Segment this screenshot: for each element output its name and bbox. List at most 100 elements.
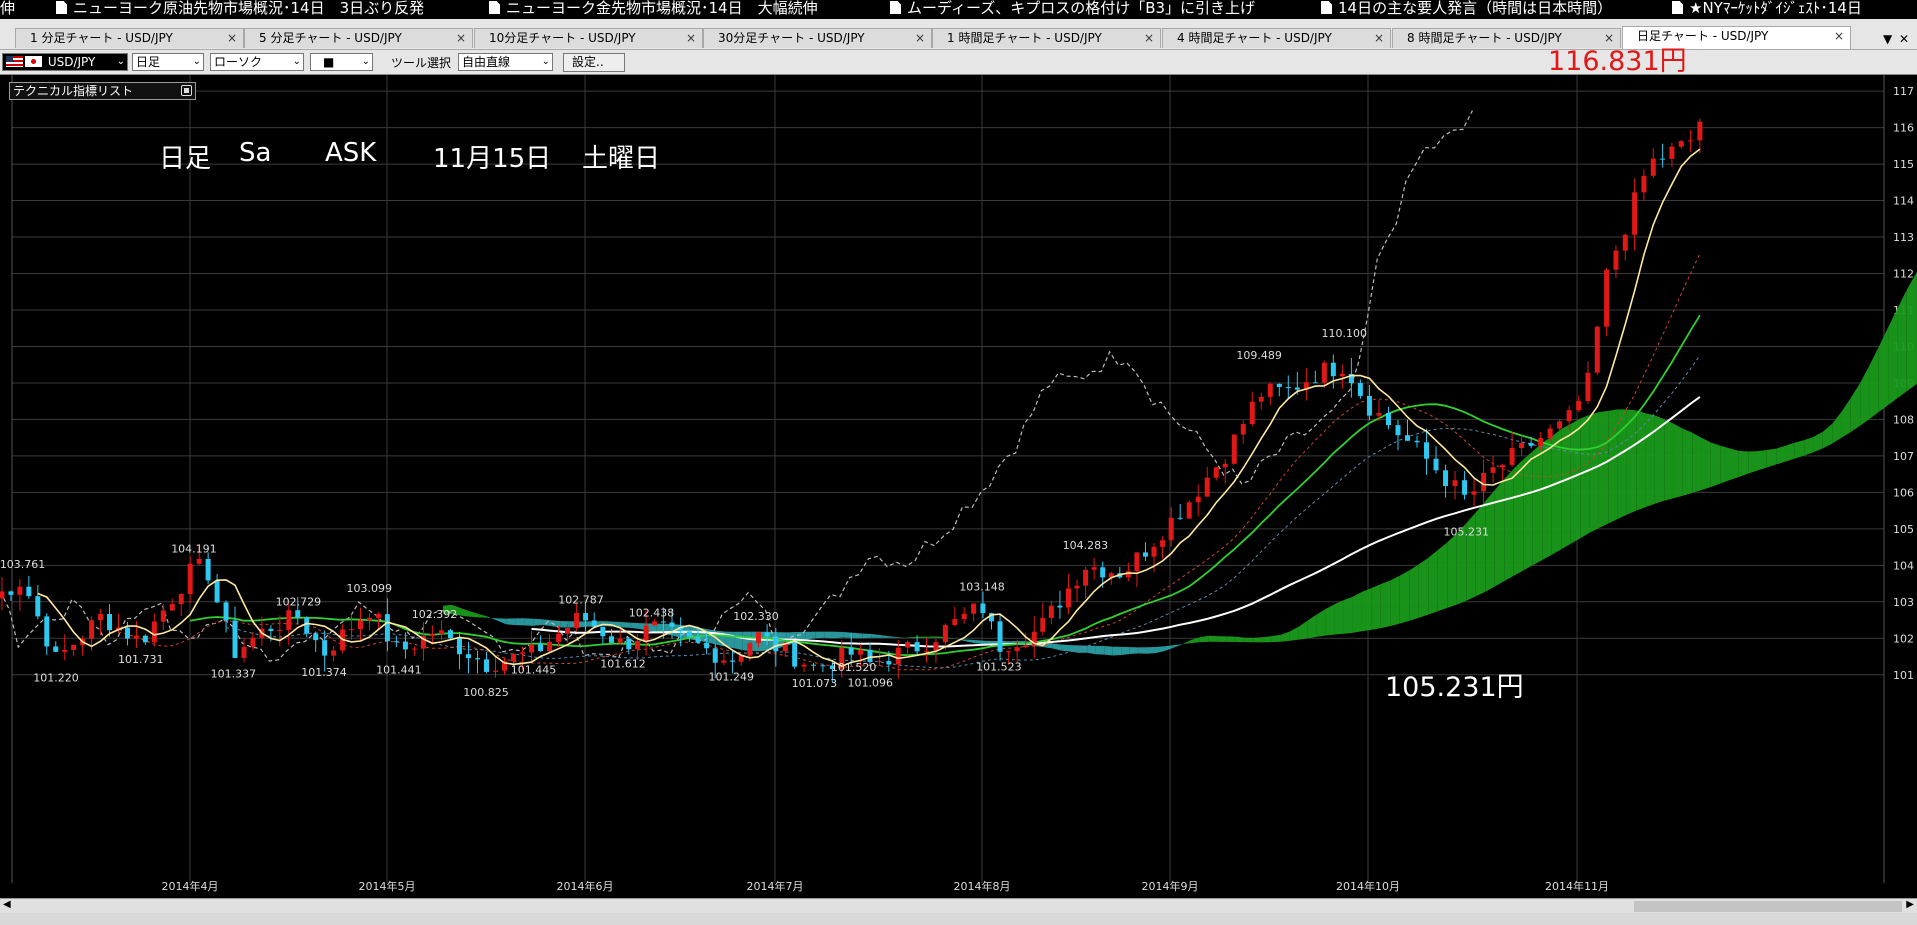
ichimoku-cloud-segment	[1757, 449, 1767, 471]
y-tick-label: 116	[1893, 122, 1914, 135]
candle-body	[1462, 480, 1468, 495]
tab-chart-3[interactable]: 10分足チャート - USD/JPY ×	[474, 28, 703, 48]
ticker-item[interactable]: ★NYﾏｰｹｯﾄﾀﾞｲｼﾞｪｽﾄ･14日	[1672, 0, 1862, 19]
tab-close-icon[interactable]: ×	[915, 29, 925, 48]
candle-body	[1057, 605, 1063, 608]
candle-body	[1267, 383, 1273, 397]
candle-body	[1481, 472, 1487, 492]
candle-body	[286, 610, 292, 630]
news-ticker: 伸 ニューヨーク原油先物市場概況･14日 3日ぶり反発 ニューヨーク金先物市場概況･…	[0, 0, 1917, 19]
y-tick-label: 107	[1893, 450, 1914, 463]
candle-body	[1040, 618, 1046, 632]
news-document-icon	[56, 1, 67, 14]
tab-label: 30分足チャート - USD/JPY	[718, 31, 865, 45]
candle-body	[1490, 467, 1496, 473]
tab-close-icon[interactable]: ×	[1144, 29, 1154, 48]
candle-body	[1395, 425, 1401, 436]
scroll-left-icon[interactable]: ◀	[3, 899, 11, 910]
ichimoku-cloud-segment	[881, 635, 891, 638]
indicator-list-label: テクニカル指標リスト	[13, 84, 134, 98]
candle-body	[712, 648, 718, 663]
x-tick-label: 2014年4月	[162, 879, 219, 893]
candle-body	[44, 616, 50, 647]
ichimoku-cloud-segment	[1334, 600, 1344, 635]
ichimoku-cloud-segment	[1146, 646, 1156, 654]
tab-chart-2[interactable]: 5 分足チャート - USD/JPY ×	[244, 28, 473, 48]
ichimoku-cloud-segment	[862, 633, 872, 639]
ichimoku-cloud-segment	[984, 640, 993, 644]
candle-body	[1222, 463, 1228, 468]
extreme-price-label: 105.231	[1443, 525, 1489, 538]
tab-label: 1 時間足チャート - USD/JPY	[947, 31, 1102, 45]
extreme-price-label: 102.729	[276, 596, 322, 609]
ichimoku-cloud-segment	[630, 622, 639, 629]
ticker-item[interactable]: ニューヨーク金先物市場概況･14日 大幅続伸	[489, 0, 818, 19]
scroll-right-icon[interactable]: ▶	[1906, 899, 1914, 910]
candle-body	[429, 634, 435, 636]
tab-close-icon[interactable]: ×	[1374, 29, 1384, 48]
candle-body	[366, 617, 372, 621]
tab-chart-6[interactable]: 4 時間足チャート - USD/JPY ×	[1162, 28, 1391, 48]
drawing-tool-select[interactable]: 自由直線 ⌄	[458, 53, 553, 71]
candle-body	[1660, 158, 1666, 160]
extreme-price-label: 101.374	[301, 666, 347, 679]
candle-body	[773, 636, 779, 652]
ichimoku-cloud-segment	[1298, 620, 1308, 640]
tab-close-icon[interactable]: ×	[227, 29, 237, 48]
currency-pair-select[interactable]: USD/JPY ⌄	[2, 53, 128, 71]
tab-chart-1[interactable]: 1 分足チャート - USD/JPY ×	[15, 28, 244, 48]
panel-toggle-icon[interactable]	[181, 85, 192, 96]
tab-close-icon[interactable]: ×	[686, 29, 696, 48]
ichimoku-cloud-segment	[1052, 643, 1062, 651]
settings-button[interactable]: 設定..	[563, 53, 625, 72]
x-tick-label: 2014年10月	[1336, 879, 1400, 893]
candle-body	[1285, 387, 1291, 389]
ichimoku-cloud-segment	[1121, 646, 1130, 655]
tab-chart-4[interactable]: 30分足チャート - USD/JPY ×	[703, 28, 932, 48]
candle-body	[747, 643, 753, 656]
candle-body	[1471, 491, 1477, 495]
chart-canvas[interactable]: 1011021031041051061071081091101111121131…	[0, 75, 1917, 898]
candle-body	[277, 629, 283, 631]
tab-label: 1 分足チャート - USD/JPY	[30, 31, 173, 45]
ichimoku-cloud-segment	[1112, 646, 1122, 656]
candle-body	[214, 580, 220, 603]
ticker-item[interactable]: ムーディーズ、キプロスの格付け「B3」に引き上げ	[890, 0, 1255, 19]
ichimoku-cloud-segment	[1748, 451, 1758, 474]
candle-body	[1566, 410, 1572, 422]
window-close-icon[interactable]: ✕	[1899, 32, 1909, 46]
ticker-item[interactable]: ニューヨーク原油先物市場概況･14日 3日ぶり反発	[56, 0, 424, 19]
tab-label: 4 時間足チャート - USD/JPY	[1177, 31, 1332, 45]
ichimoku-cloud-segment	[890, 636, 900, 638]
candle-body	[609, 636, 615, 643]
candle-body	[583, 613, 589, 621]
candle-body	[1650, 158, 1656, 176]
ichimoku-cloud-segment	[1692, 432, 1702, 494]
indicator-list-panel[interactable]: テクニカル指標リスト	[9, 82, 196, 100]
timeframe-select[interactable]: 日足 ⌄	[132, 53, 204, 71]
scrollbar-thumb[interactable]	[1634, 901, 1902, 912]
candle-body	[133, 635, 139, 639]
ichimoku-cloud-segment	[1598, 410, 1609, 528]
tab-close-icon[interactable]: ×	[456, 29, 466, 48]
ichimoku-cloud-segment	[1380, 580, 1391, 629]
extreme-price-label: 101.073	[792, 677, 838, 690]
candle-body	[8, 591, 14, 595]
chart-type-select[interactable]: ローソク ⌄	[210, 53, 304, 71]
candle-body	[1414, 440, 1420, 443]
price-chart[interactable]: 1011021031041051061071081091101111121131…	[0, 75, 1917, 898]
candle-body	[1204, 477, 1210, 497]
tab-chart-5[interactable]: 1 時間足チャート - USD/JPY ×	[932, 28, 1161, 48]
ichimoku-cloud-segment	[524, 618, 534, 626]
candle-body	[511, 653, 517, 662]
candle-style-select[interactable]: ■ ⌄	[310, 53, 373, 71]
tab-menu-icon[interactable]: ▼	[1883, 32, 1892, 46]
ichimoku-cloud-segment	[1494, 478, 1505, 587]
candle-body	[811, 664, 817, 666]
ichimoku-cloud-segment	[1804, 436, 1814, 456]
ichimoku-cloud-segment	[1850, 383, 1861, 432]
horizontal-scrollbar[interactable]: ◀ ▶	[0, 898, 1917, 914]
ticker-item[interactable]: 14日の主な要人発言（時間は日本時間）	[1321, 0, 1612, 19]
candle-body	[124, 627, 130, 639]
tab-close-icon[interactable]: ×	[1834, 27, 1844, 46]
